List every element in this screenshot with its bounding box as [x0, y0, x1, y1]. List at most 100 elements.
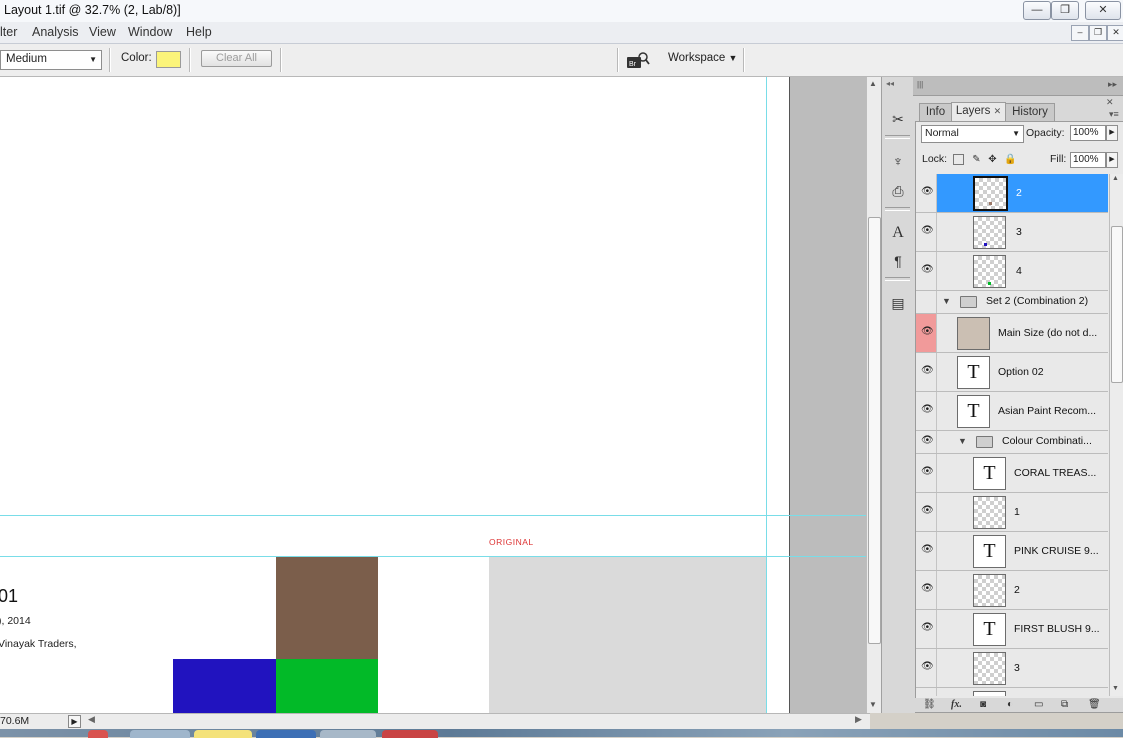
panel-close-icon[interactable]: ✕: [1106, 97, 1114, 108]
layer-row[interactable]: 👁 3: [916, 649, 1108, 688]
adjustment-layer-icon[interactable]: ◐: [1007, 699, 1013, 710]
doc-minimize-button[interactable]: –: [1071, 25, 1089, 41]
layer-row[interactable]: 👁 2: [916, 174, 1108, 213]
fill-field[interactable]: 100%: [1070, 152, 1106, 168]
layer-row[interactable]: T: [916, 688, 1108, 696]
scroll-up-icon[interactable]: ▲: [869, 79, 877, 88]
document-page[interactable]: ORIGINAL 01 ), 2014 Vinayak Traders,: [0, 77, 790, 713]
notes-panel-icon[interactable]: ▤: [885, 291, 911, 315]
character-panel-icon[interactable]: A: [885, 221, 911, 245]
visibility-toggle[interactable]: 👁: [916, 571, 937, 609]
visibility-toggle[interactable]: 👁: [916, 431, 937, 453]
layer-row[interactable]: 👁 T PINK CRUISE 9...: [916, 532, 1108, 571]
workspace-button[interactable]: Workspace ▼: [668, 52, 737, 64]
layer-group-row[interactable]: 👁 ▼ Colour Combinati...: [916, 431, 1108, 454]
visibility-toggle[interactable]: 👁: [916, 454, 937, 492]
chevron-down-icon: ▼: [89, 55, 97, 64]
visibility-toggle[interactable]: 👁: [916, 353, 937, 391]
layers-scrollbar[interactable]: ▲ ▼: [1109, 174, 1123, 696]
stamp-icon[interactable]: ⎙: [885, 179, 911, 203]
visibility-toggle[interactable]: [916, 291, 937, 313]
scroll-up-icon[interactable]: ▲: [1112, 175, 1119, 182]
layer-row[interactable]: 👁 T Option 02: [916, 353, 1108, 392]
status-menu-arrow-icon[interactable]: ▶: [68, 715, 81, 728]
visibility-toggle[interactable]: 👁: [916, 392, 937, 430]
doc-close-button[interactable]: ✕: [1107, 25, 1123, 41]
layer-row[interactable]: 👁 2: [916, 571, 1108, 610]
visibility-toggle[interactable]: 👁: [916, 610, 937, 648]
canvas-vertical-scrollbar[interactable]: ▲ ▼: [866, 77, 881, 713]
color-swatch[interactable]: [156, 51, 181, 68]
clone-source-icon[interactable]: ♆: [885, 149, 911, 173]
blend-mode-select[interactable]: Normal ▼: [921, 125, 1024, 143]
link-layers-icon[interactable]: ⛓: [923, 699, 936, 710]
visibility-toggle[interactable]: 👁: [916, 493, 937, 531]
grip-icon[interactable]: |||: [917, 80, 923, 89]
visibility-toggle[interactable]: 👁: [916, 314, 937, 352]
tab-info[interactable]: Info: [919, 103, 952, 121]
tab-layers[interactable]: Layers ✕: [951, 102, 1006, 121]
visibility-toggle[interactable]: 👁: [916, 174, 937, 212]
fx-icon[interactable]: fx.: [951, 699, 962, 710]
tab-close-icon[interactable]: ✕: [994, 106, 1002, 116]
delete-layer-icon[interactable]: 🗑: [1088, 699, 1101, 710]
eye-icon: 👁: [921, 365, 934, 376]
tab-history[interactable]: History: [1005, 103, 1055, 121]
folder-icon: [976, 436, 993, 448]
layer-row[interactable]: 👁 3: [916, 213, 1108, 252]
restore-button[interactable]: ❐: [1051, 1, 1079, 20]
paragraph-panel-icon[interactable]: ¶: [885, 249, 911, 273]
grip-icon[interactable]: ◂◂: [886, 79, 894, 88]
folder-icon: [960, 296, 977, 308]
lock-transparency-icon[interactable]: [953, 154, 964, 165]
close-button[interactable]: ✕: [1085, 1, 1121, 20]
opacity-field[interactable]: 100%: [1070, 125, 1106, 141]
scroll-down-icon[interactable]: ▼: [869, 700, 877, 709]
divider: [617, 48, 619, 72]
visibility-toggle[interactable]: 👁: [916, 532, 937, 570]
visibility-toggle[interactable]: 👁: [916, 213, 937, 251]
scroll-thumb[interactable]: [868, 217, 881, 644]
scroll-left-icon[interactable]: ◀: [88, 714, 95, 725]
layer-row[interactable]: 👁 Main Size (do not d...: [916, 314, 1108, 353]
menu-filter[interactable]: lter: [0, 25, 17, 39]
minimize-button[interactable]: —: [1023, 1, 1051, 20]
lock-pixels-icon[interactable]: ✎: [971, 154, 982, 165]
scroll-down-icon[interactable]: ▼: [1112, 685, 1119, 692]
layer-row[interactable]: 👁 T Asian Paint Recom...: [916, 392, 1108, 431]
layer-row[interactable]: 👁 T FIRST BLUSH 9...: [916, 610, 1108, 649]
tools-preset-icon[interactable]: ✂: [885, 107, 911, 131]
expand-panel-icon[interactable]: ▸▸: [1108, 79, 1117, 90]
menu-view[interactable]: View: [89, 25, 116, 39]
divider: [885, 277, 910, 281]
menu-help[interactable]: Help: [186, 25, 212, 39]
new-group-icon[interactable]: ▭: [1034, 699, 1043, 710]
scroll-thumb[interactable]: [1111, 226, 1123, 383]
menu-analysis[interactable]: Analysis: [32, 25, 79, 39]
bridge-icon[interactable]: Br: [626, 50, 650, 70]
layer-mask-icon[interactable]: ◙: [980, 699, 986, 710]
layer-group-row[interactable]: ▼ Set 2 (Combination 2): [916, 291, 1108, 314]
visibility-toggle[interactable]: 👁: [916, 252, 937, 290]
panel-menu-icon[interactable]: ▾≡: [1109, 109, 1119, 120]
eye-icon: 👁: [921, 435, 934, 446]
size-select[interactable]: Medium ▼: [0, 50, 102, 70]
opacity-arrow-icon[interactable]: ▶: [1106, 125, 1118, 141]
layer-row[interactable]: 👁 4: [916, 252, 1108, 291]
visibility-toggle[interactable]: 👁: [916, 649, 937, 687]
clear-all-button[interactable]: Clear All: [201, 50, 272, 67]
collapse-triangle-icon[interactable]: ▼: [942, 296, 951, 306]
lock-all-icon[interactable]: 🔒: [1004, 154, 1016, 165]
visibility-toggle[interactable]: [916, 688, 937, 696]
document-canvas[interactable]: ORIGINAL 01 ), 2014 Vinayak Traders,: [0, 77, 870, 713]
doc-restore-button[interactable]: ❐: [1089, 25, 1107, 41]
lock-position-icon[interactable]: ✥: [987, 154, 998, 165]
scroll-right-icon[interactable]: ▶: [855, 714, 862, 725]
eye-icon: 👁: [921, 622, 934, 633]
layer-row[interactable]: 👁 1: [916, 493, 1108, 532]
menu-window[interactable]: Window: [128, 25, 172, 39]
new-layer-icon[interactable]: ⧉: [1061, 699, 1068, 710]
fill-arrow-icon[interactable]: ▶: [1106, 152, 1118, 168]
layer-row[interactable]: 👁 T CORAL TREAS...: [916, 454, 1108, 493]
collapse-triangle-icon[interactable]: ▼: [958, 436, 967, 446]
